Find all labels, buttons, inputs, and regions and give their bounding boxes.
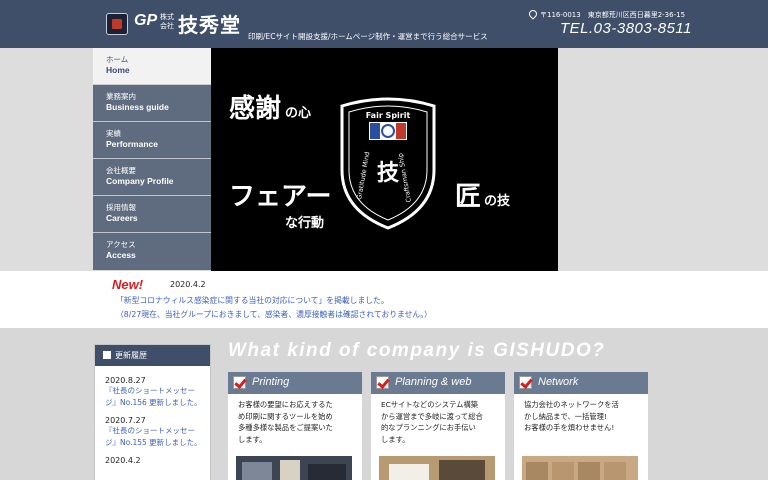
shield-top-text: Fair Spirit bbox=[366, 111, 411, 120]
card-title: Printing bbox=[252, 376, 290, 388]
history-date: 2020.7.27 bbox=[105, 416, 146, 425]
nav-label-jp: 業務案内 bbox=[106, 92, 136, 101]
nav-label-jp: 会社概要 bbox=[106, 166, 136, 175]
nav-label-en: Home bbox=[106, 65, 130, 75]
hero-takumi: 匠 bbox=[455, 182, 482, 212]
history-link[interactable]: ジ』No.155 更新しました。 bbox=[105, 437, 210, 449]
card-header: Network bbox=[514, 372, 648, 394]
nav-label-jp: 実績 bbox=[106, 129, 121, 138]
checkbox-icon bbox=[233, 376, 246, 389]
map-pin-icon bbox=[527, 8, 539, 20]
checkbox-icon bbox=[519, 376, 532, 389]
nav-item-performance[interactable]: 実績 Performance bbox=[93, 122, 211, 159]
nav-label-jp: 採用情報 bbox=[106, 203, 136, 212]
card-line: 多種多様な製品をご提案いた bbox=[238, 423, 333, 432]
card-description: 協力会社のネットワークを活 かし納品まで、一括管理! お客様の手を煩わせません! bbox=[514, 394, 648, 434]
history-link[interactable]: 『社長のショートメッセー bbox=[105, 425, 210, 437]
printing-photo bbox=[236, 456, 352, 480]
card-description: ECサイトなどのシステム構築 から運営まで多岐に渡って総合 的なプランニングにお… bbox=[371, 394, 505, 445]
nav-label-en: Performance bbox=[106, 139, 158, 149]
hero-kansha: 感謝 bbox=[229, 94, 282, 124]
card-header: Planning & web bbox=[371, 372, 505, 394]
nav-label-en: Access bbox=[106, 250, 136, 260]
card-title: Network bbox=[538, 376, 579, 388]
gp-logo[interactable]: GP bbox=[134, 12, 160, 32]
service-card-network[interactable]: Network 協力会社のネットワークを活 かし納品まで、一括管理! お客様の手… bbox=[514, 372, 648, 480]
bottom-section: 更新履歴 2020.8.27 『社長のショートメッセー ジ』No.156 更新し… bbox=[0, 328, 768, 480]
planning-photo bbox=[379, 456, 495, 480]
hero-banner: 感謝 の心 フェアー な行動 匠 の技 Fair Spirit 技 Gratit… bbox=[211, 48, 558, 271]
card-line: 的なプランニングにお手伝い bbox=[381, 423, 476, 432]
card-line: します。 bbox=[381, 434, 410, 444]
history-link[interactable]: ジ』No.156 更新しました。 bbox=[105, 397, 210, 409]
nav-item-home[interactable]: ホーム Home bbox=[93, 48, 211, 85]
history-date: 2020.8.27 bbox=[105, 376, 146, 385]
update-history-header: 更新履歴 bbox=[95, 345, 210, 366]
news-note[interactable]: （8/27現在、当社グループにおきまして、感染者、濃厚接触者は確認されておりませ… bbox=[116, 309, 432, 320]
service-card-printing[interactable]: Printing お客様の要望にお応えするた め印刷に関するツールを始め 多種多… bbox=[228, 372, 362, 480]
company-name[interactable]: 技秀堂 bbox=[178, 9, 241, 38]
card-line: します。 bbox=[238, 434, 267, 444]
nav-label-en: Careers bbox=[106, 213, 138, 223]
nav-item-access[interactable]: アクセス Access bbox=[93, 233, 211, 270]
update-history-panel: 更新履歴 2020.8.27 『社長のショートメッセー ジ』No.156 更新し… bbox=[94, 344, 211, 480]
card-description: お客様の要望にお応えするた め印刷に関するツールを始め 多種多様な製品をご提案い… bbox=[228, 394, 362, 445]
card-line: お客様の要望にお応えするた bbox=[238, 400, 333, 409]
phone-number[interactable]: TEL.03-3803-8511 bbox=[560, 20, 692, 37]
nav-item-company-profile[interactable]: 会社概要 Company Profile bbox=[93, 159, 211, 196]
shield-emblem-icon: Fair Spirit 技 Gratitude Mind Craftsman S… bbox=[340, 97, 436, 230]
new-badge: New! bbox=[112, 277, 144, 292]
nav-label-jp: ホーム bbox=[106, 55, 129, 64]
hero-na-koudou: な行動 bbox=[285, 216, 325, 231]
address: 〒116-0013 東京都荒川区西日暮里2-36-15 bbox=[540, 11, 686, 19]
card-line: ECサイトなどのシステム構築 bbox=[381, 400, 479, 409]
shield-center-text: 技 bbox=[377, 160, 400, 186]
company-emblem-icon[interactable] bbox=[106, 13, 128, 35]
network-photo bbox=[522, 456, 638, 480]
history-link[interactable]: 『社長のショートメッセー bbox=[105, 385, 210, 397]
card-line: お客様の手を煩わせません! bbox=[524, 423, 615, 432]
what-company-heading: What kind of company is GISHUDO? bbox=[228, 340, 606, 361]
card-line: から運営まで多岐に渡って総合 bbox=[381, 411, 483, 421]
nav-item-careers[interactable]: 採用情報 Careers bbox=[93, 196, 211, 233]
card-line: 協力会社のネットワークを活 bbox=[524, 400, 619, 409]
card-line: かし納品まで、一括管理! bbox=[524, 411, 607, 421]
news-banner: New! 2020.4.2 「新型コロナウィルス感染症に関する当社の対応について… bbox=[0, 271, 768, 328]
kabushiki-kaisha-label: 株式会社 bbox=[160, 13, 174, 30]
hero-right-bg bbox=[558, 48, 768, 271]
checkbox-icon bbox=[376, 376, 389, 389]
nav-label-en: Company Profile bbox=[106, 176, 174, 186]
news-link[interactable]: 「新型コロナウィルス感染症に関する当社の対応について」を掲載しました。 bbox=[116, 295, 389, 306]
nav-label-jp: アクセス bbox=[106, 240, 136, 249]
hero-no-kokoro: の心 bbox=[285, 106, 312, 121]
history-date: 2020.4.2 bbox=[105, 456, 141, 465]
tagline: 印刷/ECサイト開設支援/ホームページ制作・運営まで行う総合サービス bbox=[248, 32, 488, 41]
card-line: め印刷に関するツールを始め bbox=[238, 411, 333, 421]
hero-left-bg bbox=[0, 48, 93, 271]
hero-fair: フェアー bbox=[229, 182, 332, 212]
site-header: GP 株式会社 技秀堂 印刷/ECサイト開設支援/ホームページ制作・運営まで行う… bbox=[0, 0, 768, 48]
update-history-title: 更新履歴 bbox=[115, 351, 147, 360]
nav-item-business-guide[interactable]: 業務案内 Business guide bbox=[93, 85, 211, 122]
document-icon bbox=[103, 351, 111, 359]
card-header: Printing bbox=[228, 372, 362, 394]
service-card-planning-web[interactable]: Planning & web ECサイトなどのシステム構築 から運営まで多岐に渡… bbox=[371, 372, 505, 480]
card-title: Planning & web bbox=[395, 376, 472, 388]
main-nav: ホーム Home 業務案内 Business guide 実績 Performa… bbox=[93, 48, 211, 271]
hero-no-waza: の技 bbox=[484, 194, 511, 209]
news-date: 2020.4.2 bbox=[170, 280, 206, 289]
nav-label-en: Business guide bbox=[106, 102, 169, 112]
